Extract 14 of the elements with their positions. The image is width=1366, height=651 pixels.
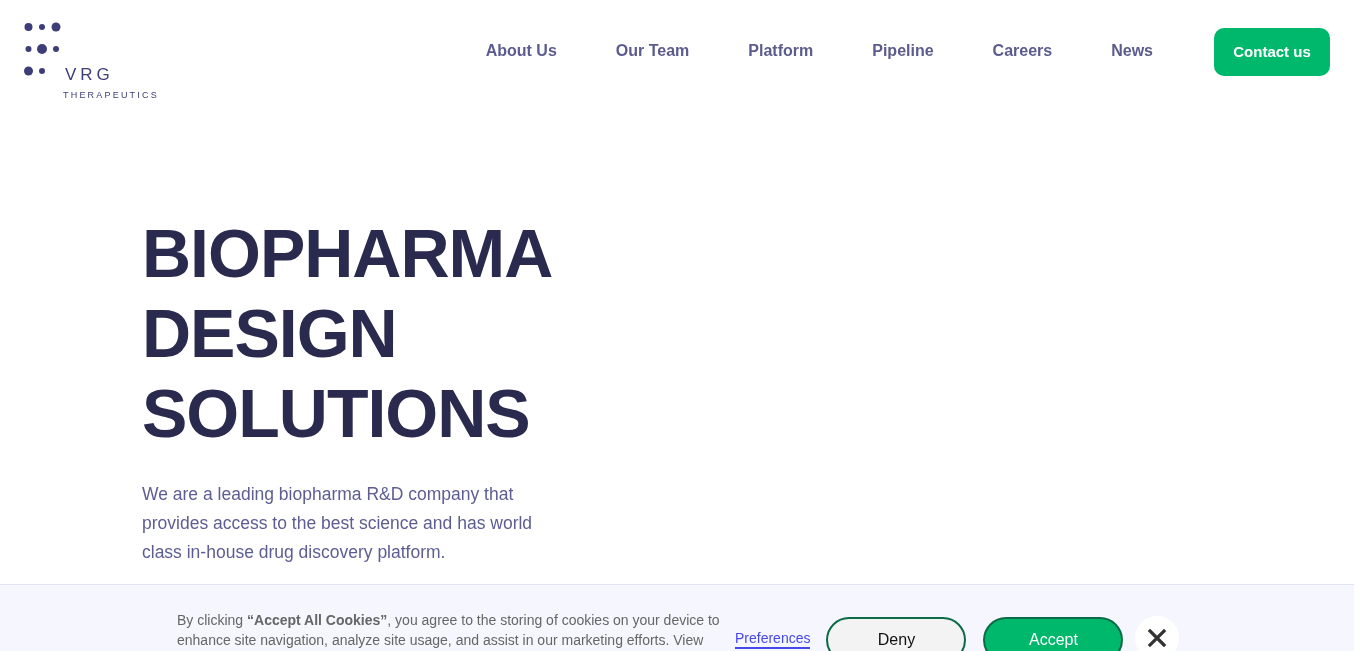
nav-link[interactable]: Pipeline [872,39,934,63]
nav-link[interactable]: News [1111,39,1153,63]
logo-wordmark: VRG [65,66,115,83]
logo-tagline: THERAPEUTICS [63,90,159,100]
preferences-link[interactable]: Preferences [735,629,811,649]
nav-link[interactable]: About Us [485,39,557,63]
cookie-notice-text: By clicking “Accept All Cookies”, you agree to the storing of cookies on your device to enhance site navigation, analyze site usage, and assist in our marketing efforts. View [177,611,721,650]
nav-link[interactable]: Careers [992,39,1053,63]
hero-description: We are a leading biopharma R&D company that provides access to the best science and has world class in-house drug discovery platform. [142,483,534,564]
dots-logo-icon [24,22,62,77]
nav-link[interactable]: Our Team [615,39,690,63]
nav-link[interactable]: Platform [748,39,814,63]
deny-button[interactable]: Deny [826,617,967,651]
hero-heading: BIOPHARMA DESIGN SOLUTIONS [142,214,553,453]
